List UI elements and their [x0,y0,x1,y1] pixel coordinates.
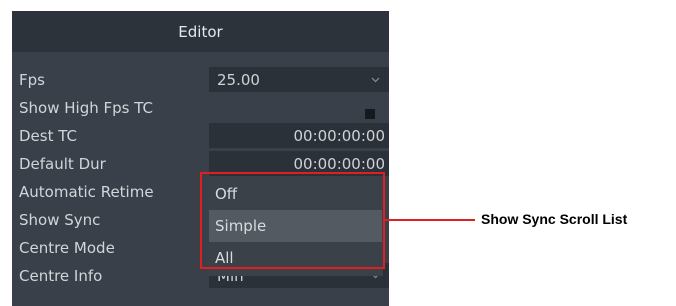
show-high-fps-tc-checkbox[interactable] [365,109,375,119]
callout-highlight-box [200,172,385,269]
fps-label: Fps [19,71,45,89]
default-dur-value: 00:00:00:00 [293,154,385,173]
show-high-fps-tc-label: Show High Fps TC [19,99,153,117]
panel-title: Editor [12,11,389,52]
dest-tc-field[interactable]: 00:00:00:00 [209,123,389,148]
dest-tc-label: Dest TC [19,127,78,145]
default-dur-label: Default Dur [19,155,106,173]
callout-line [385,219,475,221]
dest-tc-value: 00:00:00:00 [293,126,385,145]
show-sync-label: Show Sync [19,211,101,229]
fps-value: 25.00 [217,70,260,89]
automatic-retime-label: Automatic Retime [19,183,154,201]
callout-label: Show Sync Scroll List [481,211,628,227]
fps-select[interactable]: 25.00 [209,67,389,92]
centre-mode-label: Centre Mode [19,239,115,257]
centre-info-label: Centre Info [19,267,103,285]
chevron-down-icon [371,75,380,84]
